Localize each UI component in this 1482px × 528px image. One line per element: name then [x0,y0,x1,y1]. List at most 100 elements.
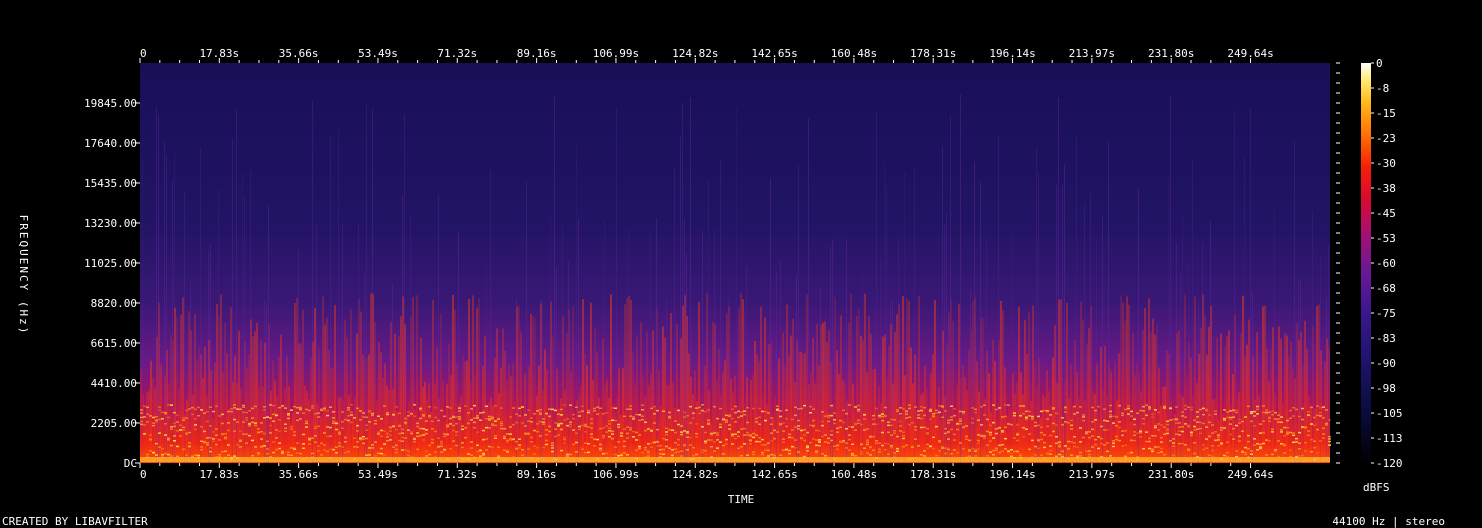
spectrogram-harmonic [374,455,377,457]
spectrogram-harmonic [1268,440,1271,442]
spectrogram-harmonic [527,420,530,422]
spectrogram-harmonic [1070,419,1073,422]
spectrogram-streak [198,347,200,463]
spectrogram-harmonic [650,430,653,432]
spectrogram-harmonic [167,416,170,419]
spectrogram-harmonic [1004,415,1007,418]
spectrogram-harmonic [392,414,395,416]
x-tick-label-top: 124.82s [672,47,718,60]
spectrogram-harmonic [1193,419,1196,421]
spectrogram-harmonic [536,430,539,433]
spectrogram-streak [1062,184,1063,463]
spectrogram-harmonic [695,433,698,435]
colorbar-tick-label: 0 [1376,57,1383,70]
spectrogram-harmonic [1181,442,1184,445]
spectrogram-harmonic [644,446,647,449]
spectrogram-harmonic [656,409,659,412]
spectrogram-harmonic [1199,427,1202,430]
spectrogram-streak [796,275,797,463]
spectrogram-harmonic [1073,405,1076,408]
spectrogram-harmonic [1115,416,1118,418]
spectrogram-harmonic [1082,436,1085,439]
spectrogram-harmonic [314,413,317,415]
spectrogram-harmonic [1307,434,1310,437]
spectrogram-harmonic [1037,415,1040,418]
spectrogram-harmonic [311,437,314,439]
spectrogram-harmonic [299,452,302,455]
spectrogram-streak [688,353,690,463]
spectrogram-streak [894,331,896,463]
spectrogram-harmonic [1139,432,1142,434]
spectrogram-harmonic [1094,443,1097,446]
spectrogram-harmonic [422,428,425,430]
spectrogram-harmonic [1298,455,1301,457]
spectrogram-harmonic [1307,411,1310,413]
spectrogram-harmonic [209,446,212,449]
spectrogram-harmonic [1217,445,1220,447]
spectrogram-streak [728,299,729,463]
spectrogram-harmonic [1028,448,1031,451]
spectrogram-harmonic [311,452,314,455]
spectrogram-harmonic [293,405,296,408]
spectrogram-harmonic [983,435,986,438]
spectrogram-streak [582,299,584,463]
spectrogram-harmonic [383,405,386,407]
spectrogram-streak [684,218,685,463]
spectrogram-harmonic [155,416,158,418]
spectrogram-streak [362,354,364,463]
spectrogram-harmonic [1013,437,1016,439]
spectrogram-harmonic [182,426,185,429]
spectrogram-harmonic [731,435,734,437]
spectrogram-harmonic [170,444,173,447]
spectrogram-harmonic [1064,408,1067,410]
spectrogram-harmonic [461,425,464,427]
spectrogram-harmonic [908,423,911,426]
spectrogram-harmonic [227,444,230,446]
spectrogram-harmonic [1133,434,1136,437]
spectrogram-harmonic [191,455,194,457]
spectrogram-harmonic [1070,428,1073,430]
spectrogram-streak [532,315,534,463]
spectrogram-harmonic [158,409,161,412]
x-tick-label-top: 71.32s [437,47,477,60]
spectrogram-harmonic [716,447,719,449]
spectrogram-harmonic [707,409,710,411]
spectrogram-streak [1172,420,1174,463]
spectrogram-harmonic [311,407,314,409]
spectrogram-harmonic [341,427,344,429]
spectrogram-harmonic [305,420,308,423]
spectrogram-streak [998,136,999,463]
spectrogram-harmonic [926,447,929,449]
spectrogram-harmonic [719,407,722,410]
spectrogram-harmonic [1064,445,1067,447]
spectrogram-harmonic [509,426,512,428]
spectrogram-harmonic [305,426,308,428]
spectrogram-streak [672,381,674,463]
spectrogram-harmonic [347,415,350,417]
spectrogram-harmonic [371,444,374,446]
spectrogram-harmonic [434,430,437,433]
spectrogram-harmonic [1127,452,1130,455]
spectrogram-harmonic [428,453,431,456]
spectrogram-harmonic [1100,425,1103,428]
spectrogram-harmonic [242,433,245,435]
spectrogram-harmonic [887,453,890,455]
y-axis-label: FREQUENCY (Hz) [17,215,30,336]
spectrogram-harmonic [833,419,836,421]
spectrogram-harmonic [671,449,674,451]
spectrogram-streak [1240,332,1242,463]
spectrogram-harmonic [1259,446,1262,448]
spectrogram-harmonic [1262,411,1265,414]
spectrogram-harmonic [617,441,620,443]
spectrogram-streak [670,312,672,463]
spectrogram-harmonic [1016,434,1019,436]
spectrogram-harmonic [914,429,917,431]
spectrogram-harmonic [902,431,905,434]
spectrogram-harmonic [638,447,641,450]
spectrogram-harmonic [1118,404,1121,406]
spectrogram-harmonic [734,421,737,423]
spectrogram-harmonic [602,413,605,415]
spectrogram-harmonic [344,441,347,443]
spectrogram-harmonic [206,444,209,446]
spectrogram-harmonic [797,451,800,453]
